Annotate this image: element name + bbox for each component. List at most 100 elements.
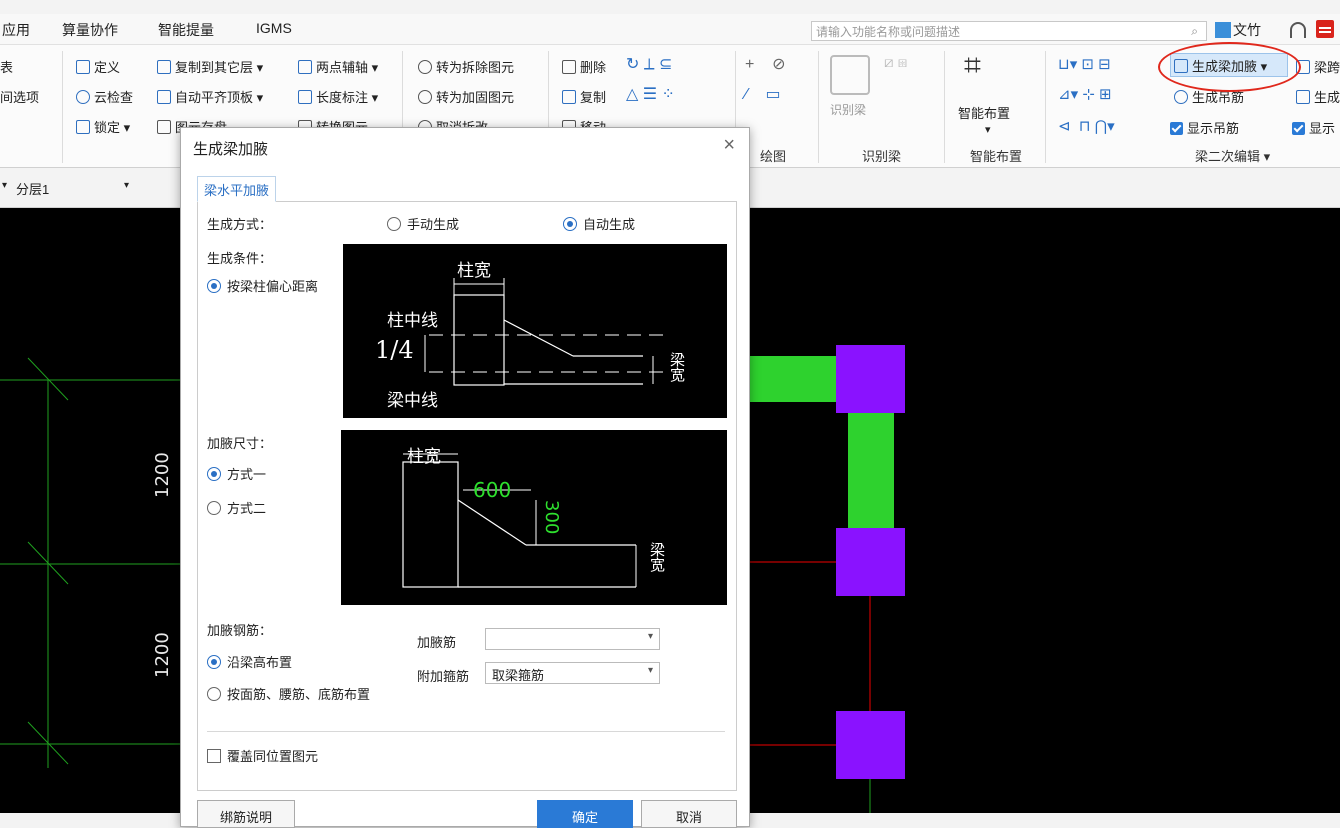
copy-label: 复制 [580, 90, 607, 105]
stirrup-select[interactable]: 取梁箍筋 ▾ [485, 662, 660, 684]
layer-value: 分层1 [16, 182, 50, 197]
user-account[interactable]: 文竹 [1215, 20, 1261, 40]
delete-button[interactable]: 删除 [562, 57, 606, 76]
identify-beam-icon[interactable] [830, 55, 870, 95]
ribbon-separator [944, 51, 945, 163]
to-demolish-button[interactable]: 转为拆除图元 [418, 57, 514, 76]
gen-hanger-label: 生成吊筋 [1192, 90, 1245, 105]
demolish-icon [418, 60, 432, 74]
reinforce-icon [418, 90, 432, 104]
beam-width-label-2: 梁宽 [648, 542, 666, 572]
dimension-label: 1200 [152, 452, 173, 498]
condition-label: 生成条件： [207, 251, 273, 266]
rebar-opt2-label: 按面筋、腰筋、底筋布置 [227, 687, 371, 702]
help-button[interactable]: 绑筋说明 [197, 800, 295, 828]
identify-tools-icon[interactable]: ⧄ ⧆ [884, 54, 907, 71]
chevron-down-icon: ▾ [124, 180, 130, 191]
gen-manual-radio[interactable]: 手动生成 [387, 214, 459, 233]
menu-apply[interactable]: 应用 [2, 20, 30, 40]
avatar [1215, 22, 1231, 38]
column [836, 345, 905, 413]
ribbon-item-table[interactable]: 表 [0, 57, 13, 76]
beam-edit-icons-row1[interactable]: ⊔▾ ⊡ ⊟ [1058, 55, 1111, 73]
beam-edit-icons-row3[interactable]: ⊲ ⊓ ⋂▾ [1058, 117, 1115, 135]
show-more-checkbox[interactable]: 显示 [1292, 118, 1335, 137]
cancel-button[interactable]: 取消 [641, 800, 737, 828]
size-opt2-radio[interactable]: 方式二 [207, 498, 266, 517]
size-opt1-label: 方式一 [227, 467, 267, 482]
gen-auto-radio[interactable]: 自动生成 [563, 214, 635, 233]
checkbox-icon [207, 749, 221, 763]
gen-auto-label: 自动生成 [583, 217, 636, 232]
show-hanger-checkbox[interactable]: 显示吊筋 [1170, 118, 1239, 137]
group-label-beam-edit[interactable]: 梁二次编辑 ▾ [1195, 146, 1270, 165]
smart-layout-button[interactable]: 智能布置 [958, 103, 1010, 122]
menu-collab[interactable]: 算量协作 [62, 20, 118, 40]
dialog-title: 生成梁加腋 [193, 141, 269, 158]
ribbon-separator [1045, 51, 1046, 163]
identify-beam-button[interactable]: 识别梁 [830, 101, 866, 118]
chevron-down-icon: ▾ [647, 665, 653, 676]
tab-horizontal-haunch[interactable]: 梁水平加腋 [197, 176, 277, 202]
cloud-check-button[interactable]: 云检查 [76, 87, 133, 106]
beam-edit-icons-row2[interactable]: ⊿▾ ⊹ ⊞ [1058, 85, 1112, 103]
define-button[interactable]: 定义 [76, 57, 120, 76]
gen-manual-label: 手动生成 [407, 217, 460, 232]
rebar-opt2-radio[interactable]: 按面筋、腰筋、底筋布置 [207, 684, 370, 703]
lock-button[interactable]: 锁定 ▾ [76, 117, 130, 136]
condition-eccentric-radio[interactable]: 按梁柱偏心距离 [207, 276, 318, 295]
ribbon-item-options[interactable]: 间选项 [0, 87, 39, 106]
headset-icon[interactable] [1290, 22, 1306, 38]
two-point-axis-button[interactable]: 两点辅轴 ▾ [298, 57, 378, 76]
overwrite-label: 覆盖同位置图元 [227, 749, 319, 764]
align-top-button[interactable]: 自动平齐顶板 ▾ [157, 87, 263, 106]
draw-point-icon[interactable]: + ⊘ [745, 54, 786, 74]
ribbon-separator [62, 51, 63, 163]
copy-floor-label: 复制到其它层 [175, 60, 254, 75]
rotate-icon[interactable]: ↻ ⟂ ⊆ [626, 54, 672, 74]
gen-mode-label: 生成方式： [207, 217, 273, 232]
menu-smart-extract[interactable]: 智能提量 [158, 20, 214, 40]
to-reinforce-button[interactable]: 转为加固图元 [418, 87, 514, 106]
checkbox-checked-icon [1292, 122, 1305, 135]
beam-horizontal [750, 356, 840, 402]
size-opt1-radio[interactable]: 方式一 [207, 464, 266, 483]
search-input[interactable]: 请输入功能名称或问题描述 ⌕ [811, 21, 1207, 41]
length-dim-button[interactable]: 长度标注 ▾ [298, 87, 378, 106]
smart-layout-icon[interactable]: ⌗ [964, 49, 981, 83]
align-top-icon [157, 90, 171, 104]
radio-selected-icon [207, 655, 221, 669]
menu-igms[interactable]: IGMS [256, 20, 292, 36]
define-icon [76, 60, 90, 74]
user-name: 文竹 [1233, 22, 1261, 38]
overwrite-checkbox[interactable]: 覆盖同位置图元 [207, 746, 318, 765]
rebar-opt1-label: 沿梁高布置 [227, 655, 293, 670]
haunch-size-diagram-svg [402, 453, 637, 588]
copy-button[interactable]: 复制 [562, 87, 606, 106]
copy-to-floor-button[interactable]: 复制到其它层 ▾ [157, 57, 263, 76]
search-icon[interactable]: ⌕ [1191, 24, 1198, 39]
cloud-check-label: 云检查 [94, 90, 134, 105]
length-icon [298, 90, 312, 104]
beam-span-button[interactable]: 梁跨 [1296, 57, 1340, 76]
col-center-label: 柱中线 [387, 311, 438, 331]
length-dim-label: 长度标注 [316, 90, 369, 105]
layer-select[interactable]: ▾ 分层1 ▾ [0, 177, 140, 199]
eccentric-diagram: 柱宽 柱中线 1/4 梁中线 梁宽 [343, 244, 727, 418]
ok-button[interactable]: 确定 [537, 800, 633, 828]
annotation-circle [1158, 42, 1301, 92]
close-icon[interactable]: × [723, 134, 735, 157]
beam-vertical [848, 412, 894, 530]
haunch-bar-select[interactable]: ▾ [485, 628, 660, 650]
smart-layout-dropdown[interactable]: ▾ [985, 123, 991, 136]
rebar-opt1-radio[interactable]: 沿梁高布置 [207, 652, 292, 671]
gen-more-button[interactable]: 生成 [1296, 87, 1340, 106]
delete-label: 删除 [580, 60, 607, 75]
beam-span-label: 梁跨 [1314, 60, 1340, 75]
calculator-icon[interactable] [1316, 20, 1334, 38]
draw-line-icon[interactable]: ⁄ ▭ [745, 84, 781, 104]
mirror-icon[interactable]: △ ☰ ⁘ [626, 84, 675, 104]
size-label: 加腋尺寸： [207, 436, 273, 451]
axis-icon [298, 60, 312, 74]
lock-label: 锁定 [94, 120, 121, 135]
